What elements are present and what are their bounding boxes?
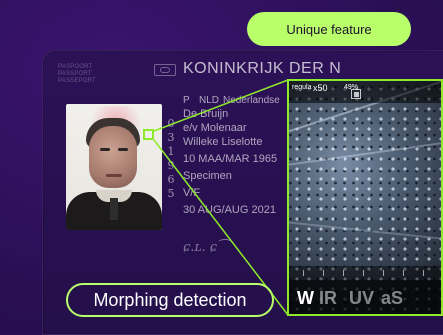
- tick: [363, 270, 364, 276]
- unique-feature-badge: Unique feature: [247, 12, 411, 46]
- focus-box: [143, 129, 154, 140]
- magnifier-mode-label: regula: [292, 84, 312, 91]
- passport-birth-place: Specimen: [183, 170, 232, 182]
- photo-face: [89, 126, 137, 188]
- vertical-digits: 0 3 1 9 6 5: [165, 117, 177, 201]
- photo-mouth: [106, 174, 122, 177]
- photo-eye-right: [118, 148, 128, 151]
- passport-sex: V/F: [183, 187, 201, 199]
- passport-nationality: Nederlandse: [223, 95, 280, 106]
- magnifier-preview-icon: [351, 89, 361, 99]
- mode-button-as[interactable]: aS: [381, 288, 403, 309]
- label-passeport: PASSEPORT: [58, 78, 96, 84]
- magnifier-tickbar: [289, 266, 441, 280]
- tick: [323, 270, 324, 276]
- digit: 1: [167, 145, 175, 158]
- passport-chip-icon: [154, 64, 176, 76]
- digit: 5: [167, 187, 175, 200]
- tick: [383, 270, 384, 276]
- passport-labels: PASPOORT PASSPORT PASSEPORT: [58, 64, 96, 85]
- passport-type: P: [183, 95, 190, 106]
- photo-eye-left: [100, 148, 110, 151]
- digit: 0: [167, 117, 175, 130]
- magnifier-zoom: x50: [313, 83, 328, 93]
- passport-expiry: 30 AUG/AUG 2021: [183, 204, 276, 216]
- mode-button-uv[interactable]: UV: [349, 288, 374, 309]
- digit: 9: [167, 159, 175, 172]
- mode-button-w[interactable]: W: [297, 288, 314, 309]
- passport-spouse: e/v Molenaar: [183, 122, 247, 134]
- tick: [343, 270, 344, 276]
- passport-signature: ɕ.ʟ. ɕ⁀: [183, 240, 228, 255]
- label-passport: PASSPORT: [58, 71, 92, 77]
- tick: [423, 270, 424, 276]
- passport-given-names: Willeke Liselotte: [183, 136, 263, 148]
- passport-birth-date: 10 MAA/MAR 1965: [183, 153, 278, 165]
- magnifier-mode-bar: W IR UV aS: [289, 280, 441, 314]
- photo-tie: [110, 198, 118, 220]
- country-title: KONINKRIJK DER N: [183, 60, 342, 77]
- passport-photo: [66, 104, 162, 230]
- label-paspoort: PASPOORT: [58, 64, 93, 70]
- digit: 3: [167, 131, 175, 144]
- tick: [403, 270, 404, 276]
- tick: [303, 270, 304, 276]
- magnifier-topbar: regula x50 49%: [289, 81, 441, 103]
- mode-button-ir[interactable]: IR: [319, 288, 337, 309]
- passport-surname: De Bruijn: [183, 108, 229, 120]
- digit: 6: [167, 173, 175, 186]
- passport-code: NLD: [199, 95, 220, 106]
- magnifier-view: regula x50 49% W IR UV aS: [287, 79, 443, 316]
- morphing-detection-badge: Morphing detection: [66, 283, 274, 317]
